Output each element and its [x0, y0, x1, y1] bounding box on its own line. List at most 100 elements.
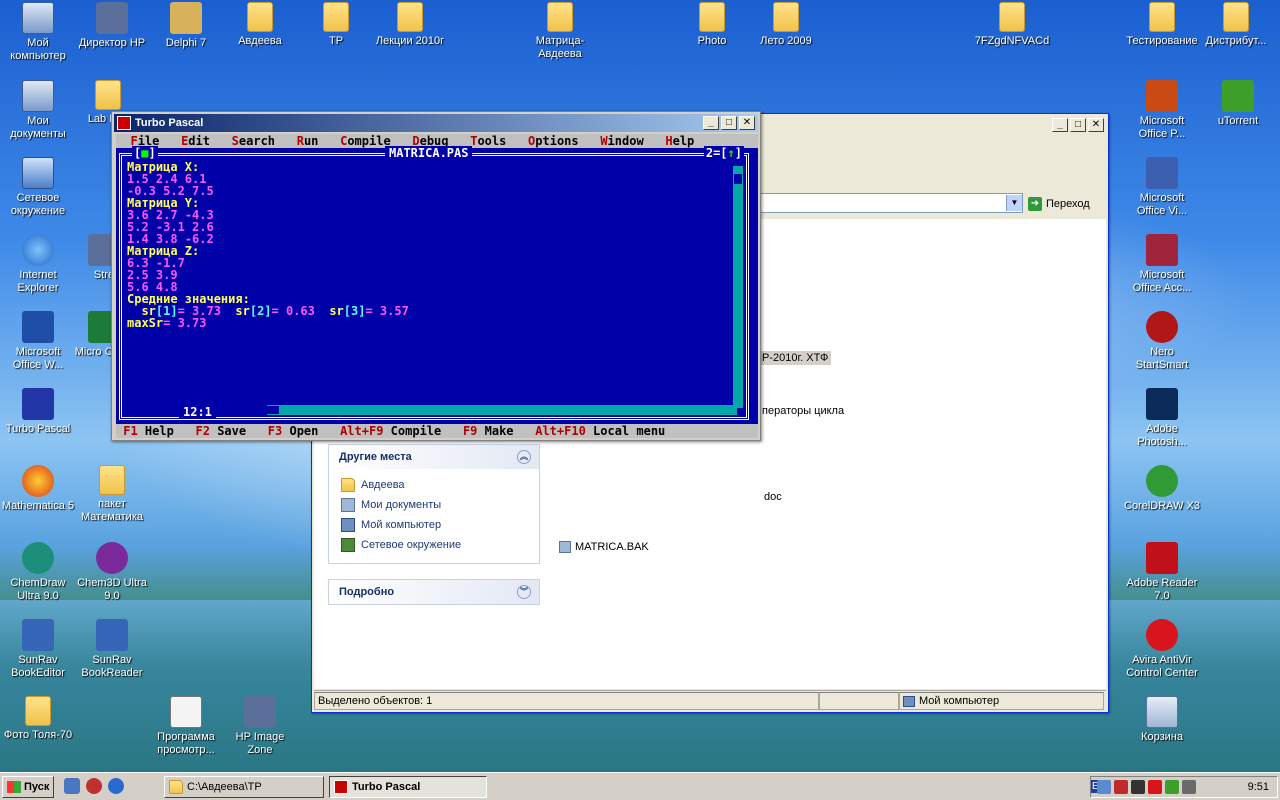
desktop-icon[interactable]: Лето 2009	[748, 2, 824, 48]
expand-chevron-icon[interactable]: ︾	[517, 585, 531, 599]
desktop-icon[interactable]: SunRav BookEditor	[0, 619, 76, 680]
file-item-partial-1[interactable]: Р-2010г. ХТФ	[759, 351, 832, 365]
tp-hscroll-thumb[interactable]	[267, 406, 279, 414]
address-input[interactable]: ▼	[760, 193, 1023, 213]
tp-status-label: Local menu	[593, 424, 666, 438]
desktop-icon[interactable]: Мой компьютер	[0, 2, 76, 63]
tp-horizontal-scrollbar[interactable]	[267, 405, 737, 415]
tp-menu-item[interactable]: Run	[275, 134, 319, 148]
file-item-partial-3[interactable]: doc	[764, 491, 782, 503]
volume-tray-icon[interactable]	[1131, 780, 1145, 794]
file-item-matrica-bak[interactable]: MATRICA.BAK	[559, 541, 649, 553]
safely-remove-tray-icon[interactable]	[1182, 780, 1196, 794]
tp-editor[interactable]: [■] MATRICA.PAS 2=[↑] Матрица X: 1.5 2.4 …	[116, 146, 758, 424]
taskbar-item-explorer[interactable]: C:\Авдеева\ТР	[164, 776, 324, 798]
desktop-icon[interactable]: uTorrent	[1200, 80, 1276, 128]
desktop-icon[interactable]: Авдеева	[222, 2, 298, 48]
maximize-button[interactable]: □	[1070, 118, 1086, 132]
tp-vscroll-thumb[interactable]	[734, 174, 742, 184]
tp-output-segment: [3]	[343, 304, 366, 318]
tp-menu-item[interactable]: Edit	[159, 134, 210, 148]
close-button[interactable]: ✕	[739, 116, 755, 130]
tp-output-line: 2.5 3.9	[127, 269, 737, 281]
desktop-icon[interactable]: Дистрибут...	[1198, 2, 1274, 48]
desktop-icon[interactable]: Avira AntiVir Control Center	[1124, 619, 1200, 680]
tp-status-key: F1	[123, 424, 138, 438]
desktop-icon[interactable]: SunRav BookReader	[74, 619, 150, 680]
media-icon[interactable]	[86, 778, 102, 794]
turbo-pascal-window[interactable]: Turbo Pascal _ □ ✕ File Edit Search Run …	[111, 111, 761, 441]
desktop-icon[interactable]: CorelDRAW X3	[1124, 465, 1200, 513]
taskbar-item-turbo-pascal[interactable]: Turbo Pascal	[329, 776, 487, 798]
network-tray-icon[interactable]	[1097, 780, 1111, 794]
go-button[interactable]: ➜ Переход	[1028, 194, 1106, 214]
desktop-icon[interactable]: Лекции 2010г	[372, 2, 448, 48]
desktop-icon[interactable]: Фото Толя-70	[0, 696, 76, 742]
other-place-network[interactable]: Сетевое окружение	[329, 535, 539, 555]
other-place-avdeeva[interactable]: Авдеева	[329, 475, 539, 495]
tp-status-item[interactable]: F2 Save	[174, 424, 247, 438]
avira-tray-icon[interactable]	[1148, 780, 1162, 794]
tp-vertical-scrollbar[interactable]	[733, 166, 743, 408]
file-item-partial-2[interactable]: ператоры цикла	[762, 405, 844, 417]
tp-menu-item[interactable]: Help	[644, 134, 694, 148]
desktop-icon-label: Дистрибут...	[1205, 35, 1267, 47]
minimize-button[interactable]: _	[1052, 118, 1068, 132]
desktop-icon[interactable]: Microsoft Office W...	[0, 311, 76, 372]
desktop-icon[interactable]: Chem3D Ultra 9.0	[74, 542, 150, 603]
tp-menu-item[interactable]: Options	[506, 134, 579, 148]
desktop-icon[interactable]: ChemDraw Ultra 9.0	[0, 542, 76, 603]
other-place-my-documents[interactable]: Мои документы	[329, 495, 539, 515]
desktop-icon[interactable]: ТР	[298, 2, 374, 48]
tp-status-item[interactable]: F9 Make	[441, 424, 514, 438]
desktop-icon[interactable]: Тестирование	[1124, 2, 1200, 48]
desktop-icon[interactable]: Microsoft Office Acc...	[1124, 234, 1200, 295]
desktop-icon[interactable]: Turbo Pascal	[0, 388, 76, 436]
desktop-icon[interactable]: Internet Explorer	[0, 234, 76, 295]
other-place-my-computer[interactable]: Мой компьютер	[329, 515, 539, 535]
tp-titlebar[interactable]: Turbo Pascal _ □ ✕	[114, 114, 758, 132]
other-places-header[interactable]: Другие места ︽	[329, 445, 539, 469]
hp-director-icon	[96, 2, 128, 34]
tp-menu-item[interactable]: Window	[579, 134, 643, 148]
desktop-icon-label: Директор HP	[78, 37, 146, 49]
details-header[interactable]: Подробно ︾	[329, 580, 539, 604]
desktop-icon[interactable]: HP Image Zone	[222, 696, 298, 757]
tp-status-item[interactable]: F1 Help	[116, 424, 174, 438]
desktop-icon[interactable]: Программа просмотр...	[148, 696, 224, 757]
desktop-icon[interactable]: Мои документы	[0, 80, 76, 141]
address-dropdown-icon[interactable]: ▼	[1006, 195, 1022, 211]
start-button[interactable]: Пуск	[2, 776, 54, 798]
tp-window-number[interactable]: 2=[↑]	[703, 146, 744, 160]
desktop-icon[interactable]: Корзина	[1124, 696, 1200, 744]
tp-menu-item[interactable]: Compile	[318, 134, 391, 148]
tp-status-item[interactable]: Alt+F10 Local menu	[514, 424, 666, 438]
ie-icon[interactable]	[108, 778, 124, 794]
desktop-icon[interactable]: Mathematica 5	[0, 465, 76, 513]
antivirus-tray-icon[interactable]	[1114, 780, 1128, 794]
utorrent-tray-icon[interactable]	[1165, 780, 1179, 794]
desktop-icon[interactable]: Матрица-Авдеева	[522, 2, 598, 61]
clock[interactable]: 9:51	[1248, 781, 1269, 793]
minimize-button[interactable]: _	[703, 116, 719, 130]
desktop-icon[interactable]: Microsoft Office P...	[1124, 80, 1200, 141]
desktop-icon[interactable]: Photo	[674, 2, 750, 48]
tp-menu-item[interactable]: Search	[210, 134, 275, 148]
desktop-icon[interactable]: Adobe Photosh...	[1124, 388, 1200, 449]
tp-close-box[interactable]: [■]	[132, 146, 158, 160]
desktop-icon[interactable]: 7FZgdNFVACd	[974, 2, 1050, 48]
desktop-icon[interactable]: пакет Математика	[74, 465, 150, 524]
tp-status-item[interactable]: Alt+F9 Compile	[318, 424, 441, 438]
desktop-icon[interactable]: Директор HP	[74, 2, 150, 50]
tp-status-item[interactable]: F3 Open	[246, 424, 319, 438]
desktop-icon[interactable]: Microsoft Office Vi...	[1124, 157, 1200, 218]
maximize-button[interactable]: □	[721, 116, 737, 130]
close-button[interactable]: ✕	[1088, 118, 1104, 132]
desktop-icon-label: Avira AntiVir Control Center	[1126, 654, 1198, 679]
desktop-icon[interactable]: Nero StartSmart	[1124, 311, 1200, 372]
desktop-icon[interactable]: Delphi 7	[148, 2, 224, 50]
desktop-icon[interactable]: Сетевое окружение	[0, 157, 76, 218]
collapse-chevron-icon[interactable]: ︽	[517, 450, 531, 464]
show-desktop-icon[interactable]	[64, 778, 80, 794]
desktop-icon[interactable]: Adobe Reader 7.0	[1124, 542, 1200, 603]
